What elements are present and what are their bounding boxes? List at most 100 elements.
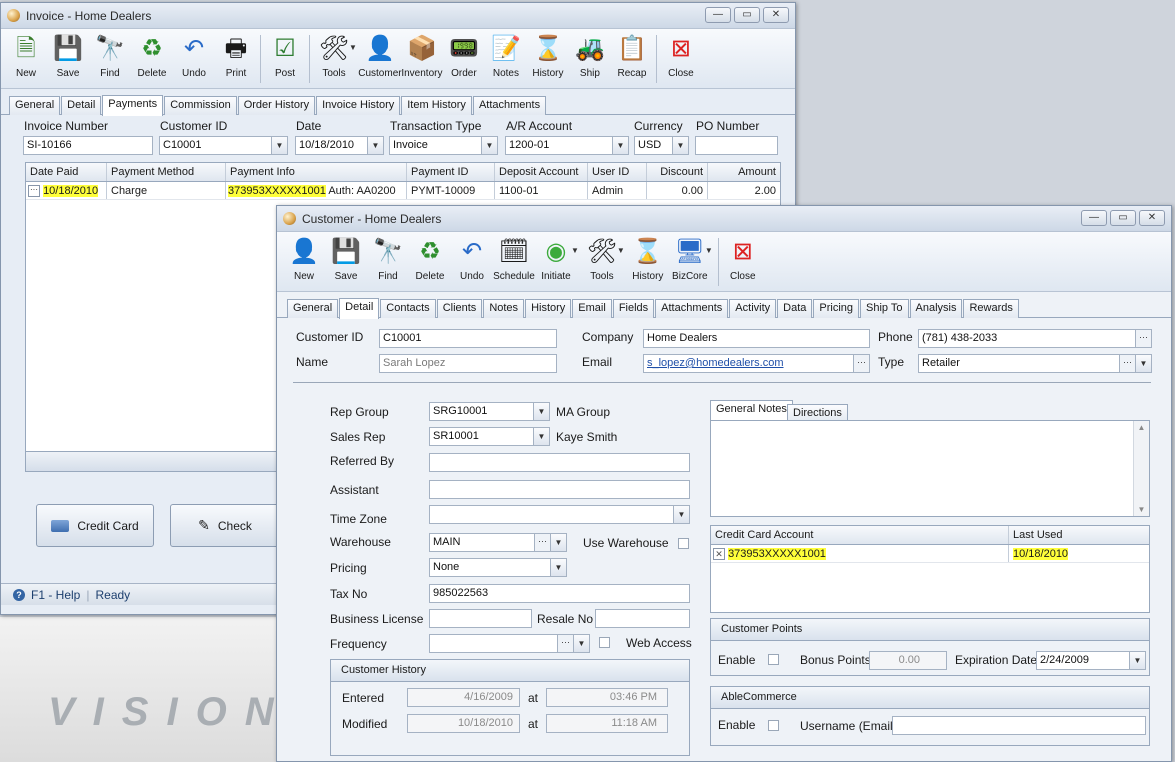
column-header[interactable]: Payment Info: [226, 163, 407, 181]
currency-select[interactable]: USD ▼: [634, 136, 689, 155]
chevron-down-icon[interactable]: ▼: [1129, 652, 1145, 669]
credit-card-account-cell[interactable]: ✕ 373953XXXXX1001: [711, 545, 1009, 562]
tab-history[interactable]: History: [525, 299, 572, 318]
chevron-down-icon[interactable]: ▼: [550, 559, 566, 576]
chevron-down-icon[interactable]: ▼: [612, 137, 628, 154]
close-button[interactable]: ⊠ Close: [660, 33, 702, 79]
chevron-down-icon[interactable]: ▼: [533, 428, 549, 445]
recap-button[interactable]: 📋 Recap: [611, 33, 653, 79]
undo-button[interactable]: ↶ Undo: [173, 33, 215, 79]
chevron-down-icon[interactable]: ▼: [533, 403, 549, 420]
tools-button[interactable]: 🛠 Tools: [581, 236, 623, 282]
tab-invoice-history[interactable]: Invoice History: [316, 96, 401, 115]
tab-clients[interactable]: Clients: [436, 299, 483, 318]
invoice-number-field[interactable]: SI-10166: [23, 136, 153, 155]
delete-button[interactable]: ♻ Delete: [409, 236, 451, 282]
name-field[interactable]: Sarah Lopez: [379, 354, 557, 373]
phone-field[interactable]: (781) 438-2033 ···: [918, 329, 1152, 348]
tab-detail[interactable]: Detail: [339, 298, 380, 319]
tab-rewards[interactable]: Rewards: [963, 299, 1019, 318]
points-enable-checkbox[interactable]: [768, 654, 779, 665]
tab-analysis[interactable]: Analysis: [909, 299, 963, 318]
maximize-button[interactable]: ▭: [1110, 210, 1136, 226]
payment-id-cell[interactable]: PYMT-10009: [407, 182, 495, 199]
chevron-down-icon[interactable]: ▼: [672, 137, 688, 154]
minimize-button[interactable]: —: [1081, 210, 1107, 226]
find-button[interactable]: 🔭 Find: [89, 33, 131, 79]
chevron-down-icon[interactable]: ▼: [481, 137, 497, 154]
tab-general[interactable]: General: [287, 299, 339, 318]
tab-general-notes[interactable]: General Notes: [710, 400, 793, 420]
delete-row-icon[interactable]: ✕: [713, 548, 725, 561]
referred-by-field[interactable]: [429, 453, 690, 472]
ar-account-select[interactable]: 1200-01 ▼: [505, 136, 629, 155]
username-email-field[interactable]: [892, 716, 1146, 735]
general-notes-textarea[interactable]: ▲ ▼: [710, 420, 1150, 517]
minimize-button[interactable]: —: [705, 7, 731, 23]
print-button[interactable]: 🖶 Print: [215, 33, 257, 79]
new-button[interactable]: 👤 New: [283, 236, 325, 282]
business-license-field[interactable]: [429, 609, 532, 628]
chevron-down-icon[interactable]: ▼: [271, 137, 287, 154]
customer-id-field[interactable]: C10001: [379, 329, 557, 348]
ellipsis-icon[interactable]: ···: [557, 635, 573, 652]
po-number-field[interactable]: [695, 136, 778, 155]
entered-time-field[interactable]: 03:46 PM: [546, 688, 668, 707]
order-button[interactable]: 📟 Order: [443, 33, 485, 79]
tab-pricing[interactable]: Pricing: [813, 299, 860, 318]
use-warehouse-checkbox[interactable]: [678, 538, 689, 549]
post-button[interactable]: ☑ Post: [264, 33, 306, 79]
customer-button[interactable]: 👤 Customer: [358, 33, 401, 79]
warehouse-select[interactable]: MAIN ··· ▼: [429, 533, 567, 552]
modified-date-field[interactable]: 10/18/2010: [407, 714, 520, 733]
tab-contacts[interactable]: Contacts: [380, 299, 436, 318]
company-field[interactable]: Home Dealers: [643, 329, 870, 348]
payment-method-cell[interactable]: Charge: [107, 182, 226, 199]
close-button[interactable]: ⊠ Close: [722, 236, 764, 282]
notes-button[interactable]: 📝 Notes: [485, 33, 527, 79]
able-enable-checkbox[interactable]: [768, 720, 779, 731]
maximize-button[interactable]: ▭: [734, 7, 760, 23]
expiration-date-picker[interactable]: 2/24/2009 ▼: [1036, 651, 1146, 670]
column-header[interactable]: Payment ID: [407, 163, 495, 181]
credit-card-button[interactable]: Credit Card: [36, 504, 154, 547]
customer-id-select[interactable]: C10001 ▼: [159, 136, 288, 155]
ellipsis-icon[interactable]: ···: [28, 185, 40, 198]
ellipsis-icon[interactable]: ···: [1119, 355, 1135, 372]
date-picker[interactable]: 10/18/2010 ▼: [295, 136, 384, 155]
column-header[interactable]: Deposit Account: [495, 163, 588, 181]
column-header[interactable]: Date Paid: [26, 163, 107, 181]
tab-commission[interactable]: Commission: [164, 96, 237, 115]
chevron-down-icon[interactable]: ▼: [705, 246, 713, 255]
tax-no-field[interactable]: 985022563: [429, 584, 690, 603]
find-button[interactable]: 🔭 Find: [367, 236, 409, 282]
email-field[interactable]: s_lopez@homedealers.com ···: [643, 354, 870, 373]
tab-data[interactable]: Data: [777, 299, 813, 318]
new-button[interactable]: 🗎 New: [5, 33, 47, 79]
discount-cell[interactable]: 0.00: [647, 182, 708, 199]
rep-group-select[interactable]: SRG10001 ▼: [429, 402, 550, 421]
column-header[interactable]: User ID: [588, 163, 647, 181]
column-header[interactable]: Payment Method: [107, 163, 226, 181]
tab-general[interactable]: General: [9, 96, 61, 115]
chevron-down-icon[interactable]: ▼: [673, 506, 689, 523]
help-hint[interactable]: F1 - Help: [31, 588, 80, 602]
history-button[interactable]: ⌛ History: [627, 236, 669, 282]
pricing-select[interactable]: None ▼: [429, 558, 567, 577]
tab-order-history[interactable]: Order History: [237, 96, 316, 115]
modified-time-field[interactable]: 11:18 AM: [546, 714, 668, 733]
chevron-down-icon[interactable]: ▼: [349, 43, 357, 52]
chevron-down-icon[interactable]: ▼: [617, 246, 625, 255]
scroll-up-icon[interactable]: ▲: [1134, 423, 1149, 432]
check-button[interactable]: ✎ Check: [170, 504, 280, 547]
resale-no-field[interactable]: [595, 609, 690, 628]
bonus-points-field[interactable]: 0.00: [869, 651, 947, 670]
entered-date-field[interactable]: 4/16/2009: [407, 688, 520, 707]
undo-button[interactable]: ↶ Undo: [451, 236, 493, 282]
save-button[interactable]: 💾 Save: [47, 33, 89, 79]
chevron-down-icon[interactable]: ▼: [571, 246, 579, 255]
scroll-down-icon[interactable]: ▼: [1134, 505, 1149, 514]
ellipsis-icon[interactable]: ···: [853, 355, 869, 372]
close-window-button[interactable]: ✕: [763, 7, 789, 23]
deposit-account-cell[interactable]: 1100-01: [495, 182, 588, 199]
